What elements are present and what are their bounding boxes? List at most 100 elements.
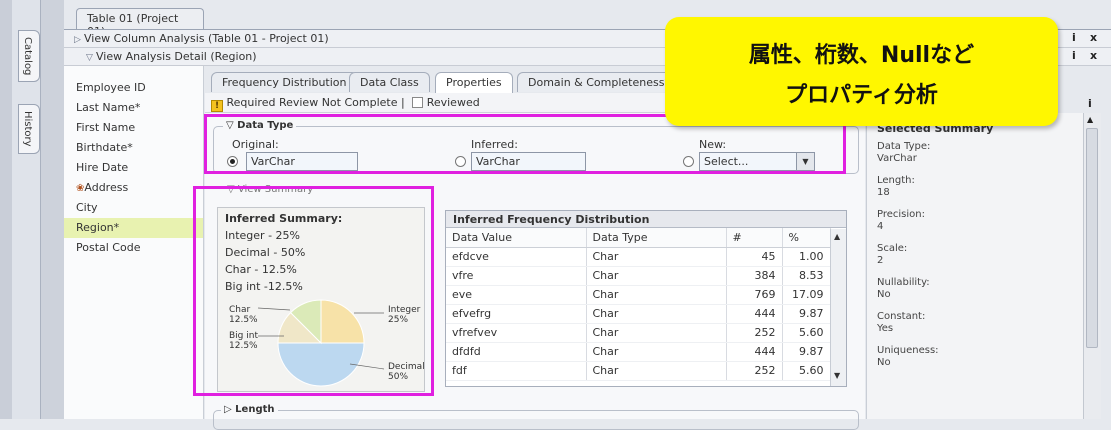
rail-inner <box>40 0 64 419</box>
summary-item-label: Length: <box>877 175 915 186</box>
close-button-2[interactable]: x <box>1090 49 1097 62</box>
column-analysis-title: View Column Analysis (Table 01 - Project… <box>84 32 329 45</box>
summary-item-data-type: Data Type: VarChar <box>877 141 930 165</box>
scroll-down-icon[interactable]: ▼ <box>834 371 840 380</box>
table-scrollbar[interactable]: ▲ ▼ <box>830 229 846 386</box>
cell-percent: 5.60 <box>782 361 831 381</box>
col-header-data-value[interactable]: Data Value <box>446 228 587 248</box>
expand-arrow-icon[interactable]: ▷ <box>74 35 84 45</box>
collapse-arrow-icon[interactable]: ▽ <box>86 53 96 63</box>
close-button[interactable]: x <box>1090 31 1097 44</box>
rail-strip <box>0 0 12 419</box>
column-item-postal-code[interactable]: Postal Code <box>64 238 203 258</box>
summary-item-length: Length: 18 <box>877 175 915 199</box>
tab-domain-completeness[interactable]: Domain & Completeness* <box>517 72 681 92</box>
col-header-count[interactable]: # <box>726 228 783 248</box>
summary-item-value: 4 <box>877 221 884 232</box>
summary-item-constant: Constant: Yes <box>877 311 925 335</box>
frequency-table-panel: Inferred Frequency Distribution Data Val… <box>445 210 847 387</box>
cell-count: 45 <box>726 247 783 267</box>
summary-item-value: 18 <box>877 187 890 198</box>
side-tab-history[interactable]: History <box>18 104 40 154</box>
column-item-birthdate[interactable]: Birthdate* <box>64 138 203 158</box>
reviewed-checkbox[interactable] <box>412 97 424 108</box>
summary-item-label: Precision: <box>877 209 925 220</box>
expand-triangle-icon: ▷ <box>224 404 236 415</box>
info-button-2[interactable]: i <box>1072 49 1076 62</box>
cell-count: 444 <box>726 342 783 362</box>
reviewed-label: Reviewed <box>426 96 480 109</box>
cell-percent: 9.87 <box>782 342 831 362</box>
column-item-hire-date[interactable]: Hire Date <box>64 158 203 178</box>
cell-type: Char <box>586 361 727 381</box>
column-item-address[interactable]: ❀Address <box>64 178 203 198</box>
side-tab-catalog-label: Catalog <box>22 37 33 76</box>
right-scrollbar-thumb[interactable] <box>1086 128 1098 348</box>
highlight-summary <box>193 186 434 396</box>
column-item-city[interactable]: City <box>64 198 203 218</box>
annotation-callout: 属性、桁数、Nullなど プロパティ分析 <box>665 17 1058 126</box>
scroll-up-icon[interactable]: ▲ <box>834 232 840 241</box>
cell-count: 252 <box>726 323 783 343</box>
table-row[interactable]: efdcve Char 45 1.00 <box>446 247 831 267</box>
summary-item-value: No <box>877 289 891 300</box>
cell-percent: 8.53 <box>782 266 831 286</box>
cell-type: Char <box>586 285 727 305</box>
frequency-table-title: Inferred Frequency Distribution <box>446 211 846 228</box>
column-list: Employee ID Last Name* First Name Birthd… <box>64 66 204 419</box>
cell-percent: 5.60 <box>782 323 831 343</box>
table-row[interactable]: vfre Char 384 8.53 <box>446 266 831 286</box>
summary-item-label: Nullability: <box>877 277 930 288</box>
column-item-last-name[interactable]: Last Name* <box>64 98 203 118</box>
length-title[interactable]: ▷ Length <box>221 404 278 415</box>
summary-item-label: Scale: <box>877 243 908 254</box>
warning-icon: ! <box>211 100 223 112</box>
column-item-address-label: Address <box>84 181 129 194</box>
col-header-percent[interactable]: % <box>782 228 831 248</box>
cell-type: Char <box>586 266 727 286</box>
cell-type: Char <box>586 342 727 362</box>
tab-properties[interactable]: Properties <box>435 72 513 93</box>
selected-summary-panel: Selected Summary Data Type: VarChar Lengt… <box>866 113 1083 419</box>
panel-info-button[interactable]: i <box>1088 97 1092 110</box>
summary-item-value: VarChar <box>877 153 917 164</box>
cell-type: Char <box>586 304 727 324</box>
summary-item-label: Constant: <box>877 311 926 322</box>
right-scroll-up-icon[interactable]: ▲ <box>1087 115 1093 124</box>
document-tab[interactable]: Table 01 (Project 01) <box>76 8 204 38</box>
column-item-region[interactable]: Region* <box>64 218 203 238</box>
review-status-text: Required Review Not Complete <box>226 96 398 109</box>
cell-count: 384 <box>726 266 783 286</box>
col-header-data-type[interactable]: Data Type <box>586 228 727 248</box>
table-row[interactable]: eve Char 769 17.09 <box>446 285 831 305</box>
column-item-first-name[interactable]: First Name <box>64 118 203 138</box>
analysis-tabbar: Frequency Distribution Data Class Proper… <box>205 72 681 93</box>
side-tab-history-label: History <box>22 111 33 147</box>
cell-value: efvefrg <box>446 304 587 324</box>
table-row[interactable]: efvefrg Char 444 9.87 <box>446 304 831 324</box>
table-row[interactable]: vfrefvev Char 252 5.60 <box>446 323 831 343</box>
column-item-employee-id[interactable]: Employee ID <box>64 78 203 98</box>
summary-item-precision: Precision: 4 <box>877 209 925 233</box>
tab-frequency-distribution[interactable]: Frequency Distribution <box>211 72 358 92</box>
cell-percent: 17.09 <box>782 285 831 305</box>
summary-item-nullability: Nullability: No <box>877 277 930 301</box>
cell-type: Char <box>586 323 727 343</box>
cell-value: dfdfd <box>446 342 587 362</box>
side-tab-catalog[interactable]: Catalog <box>18 30 40 83</box>
callout-line-1: 属性、桁数、Nullなど <box>748 43 975 68</box>
summary-item-value: No <box>877 357 891 368</box>
summary-item-label: Data Type: <box>877 141 931 152</box>
summary-item-scale: Scale: 2 <box>877 243 907 267</box>
frequency-header-row: Data Value Data Type # % <box>446 228 831 248</box>
review-separator: | <box>400 96 405 109</box>
tab-data-class[interactable]: Data Class <box>349 72 430 92</box>
analysis-detail-title: View Analysis Detail (Region) <box>96 50 257 63</box>
summary-item-label: Uniqueness: <box>877 345 939 356</box>
cell-percent: 9.87 <box>782 304 831 324</box>
info-button[interactable]: i <box>1072 31 1076 44</box>
cell-value: fdf <box>446 361 587 381</box>
cell-count: 252 <box>726 361 783 381</box>
table-row[interactable]: fdf Char 252 5.60 <box>446 361 831 381</box>
table-row[interactable]: dfdfd Char 444 9.87 <box>446 342 831 362</box>
